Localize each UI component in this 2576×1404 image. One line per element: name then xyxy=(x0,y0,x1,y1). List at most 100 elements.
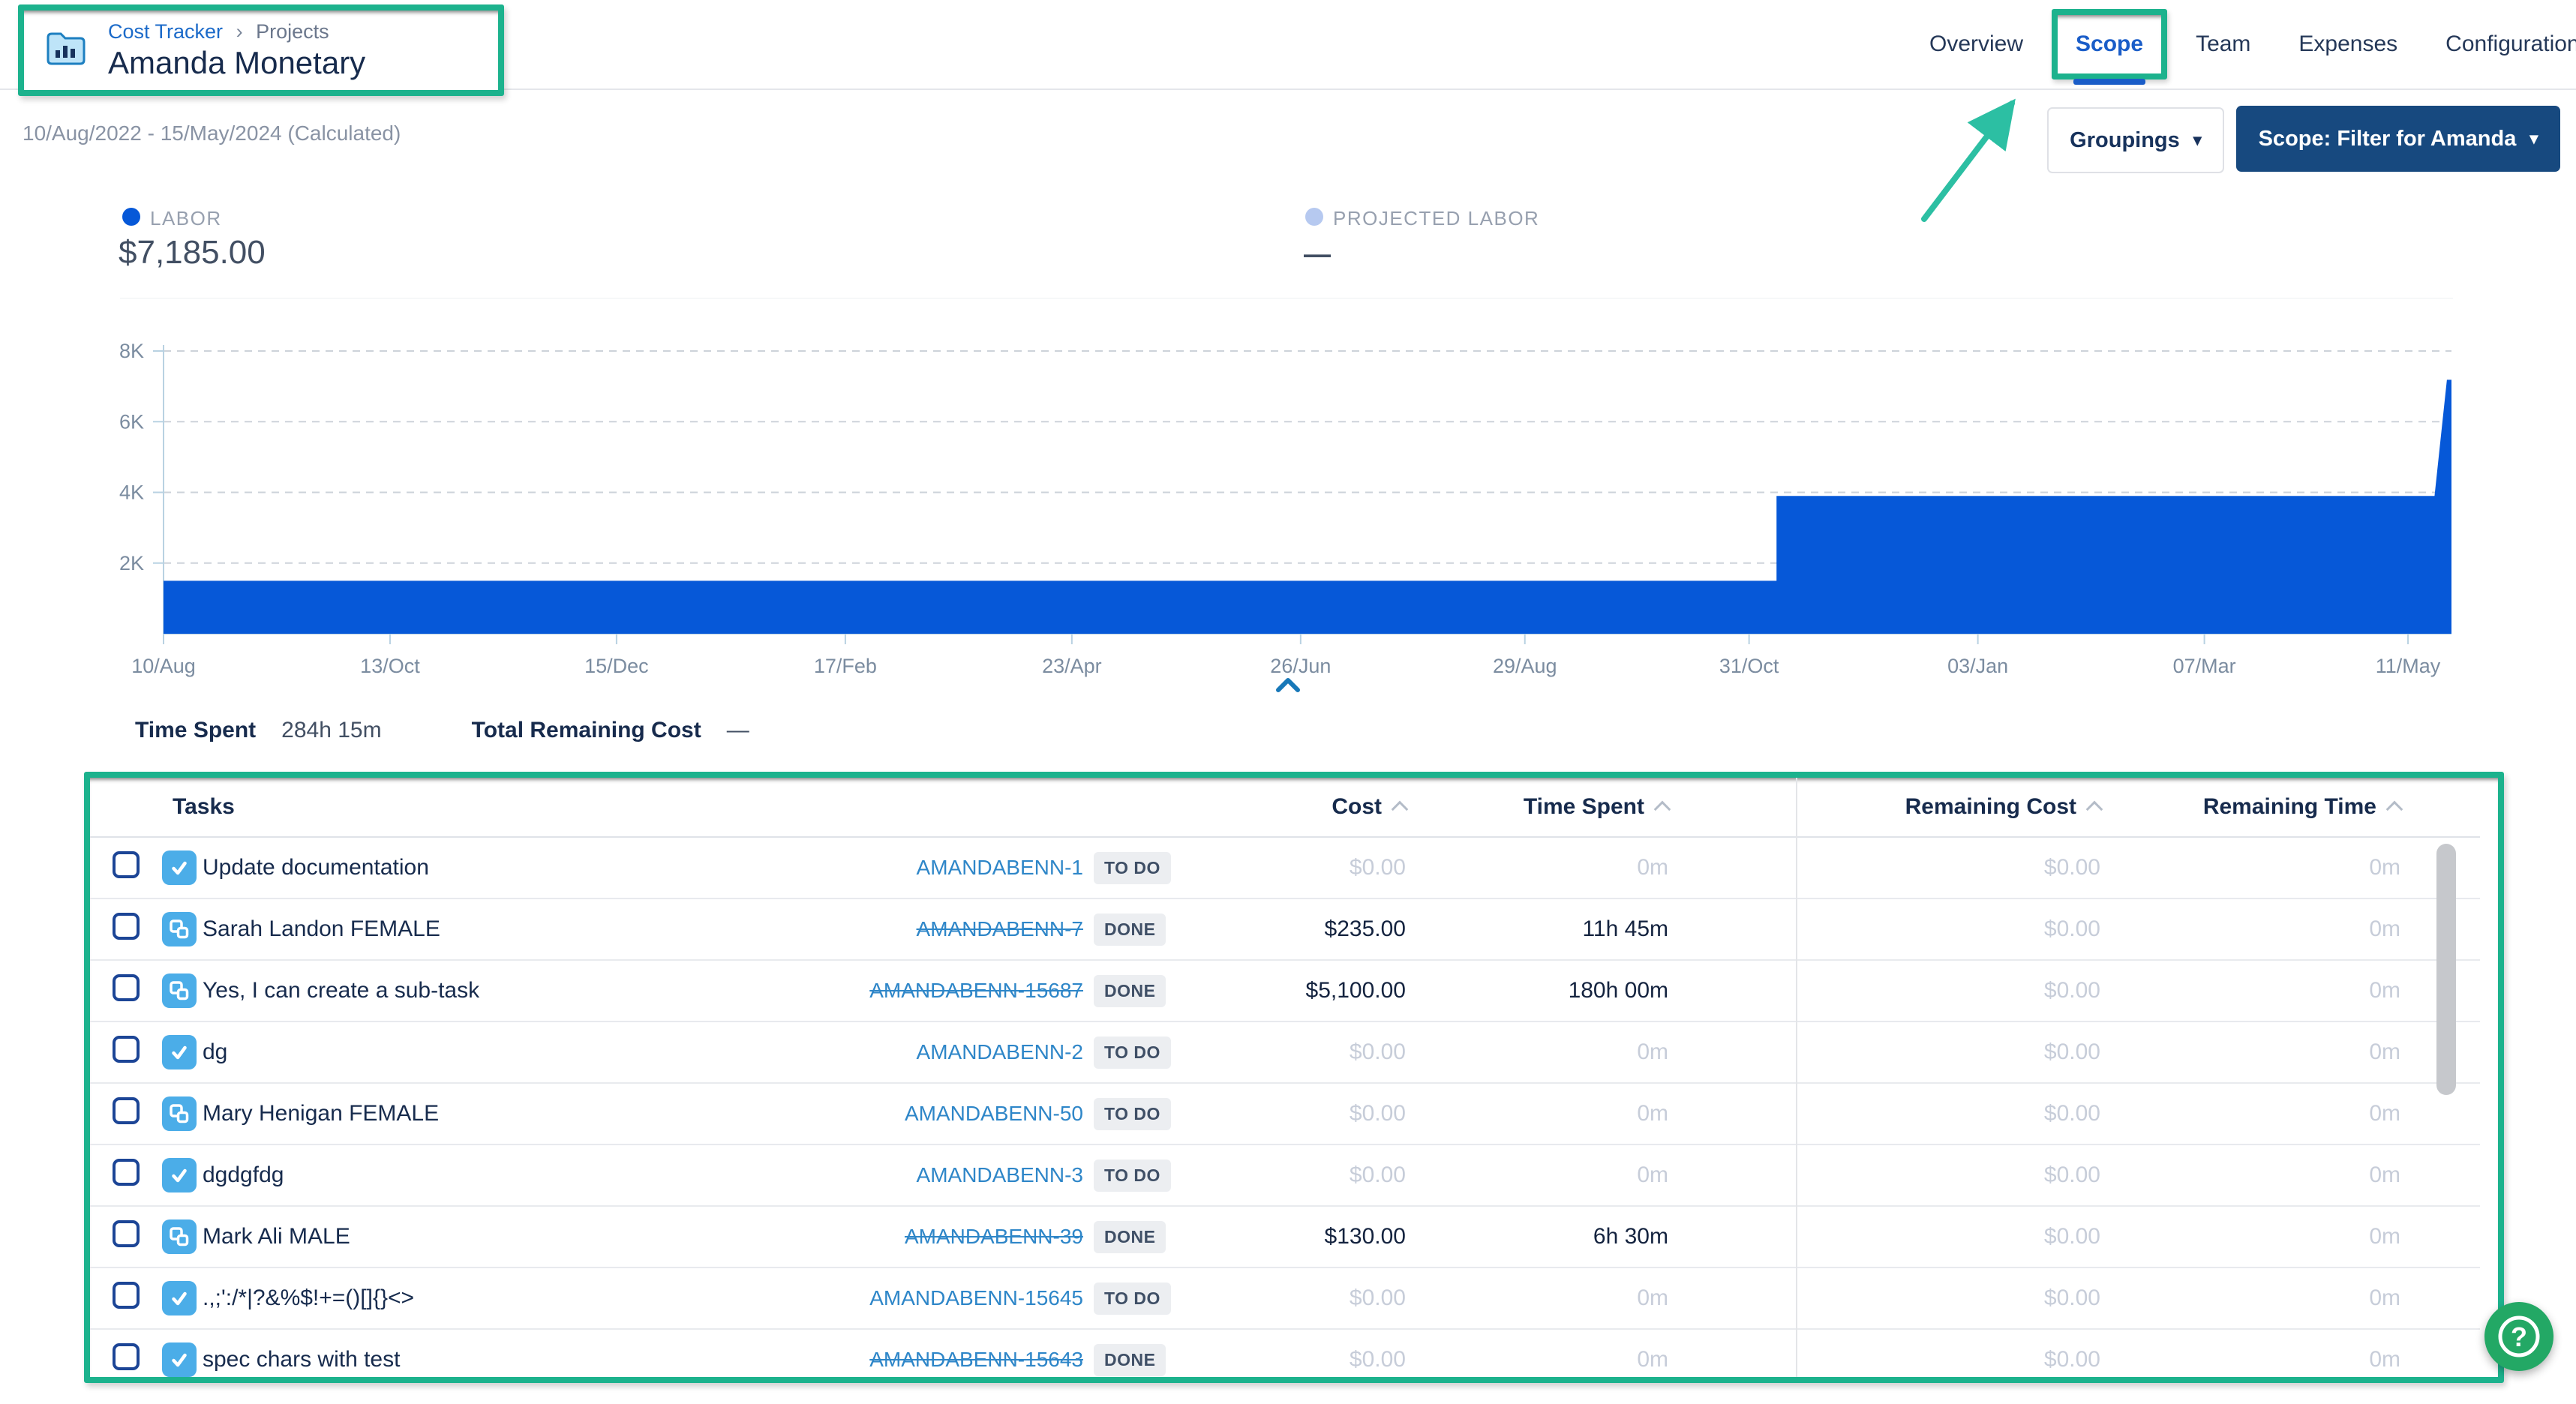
issue-type-cell xyxy=(156,1342,203,1377)
column-header-time-spent[interactable]: Time Spent xyxy=(1406,794,1668,820)
cost-value: $0.00 xyxy=(1259,1347,1406,1372)
issue-key-link[interactable]: AMANDABENN-50 xyxy=(905,1102,1083,1125)
status-badge: DONE xyxy=(1094,975,1166,1007)
time-spent-value: 0m xyxy=(1406,1347,1668,1372)
issue-type-cell xyxy=(156,912,203,946)
tasks-table-header: Tasks Cost Time Spent Remaining Cost Rem… xyxy=(90,778,2480,838)
tasks-table-annotation-box: Tasks Cost Time Spent Remaining Cost Rem… xyxy=(84,772,2504,1383)
remaining-time-value: 0m xyxy=(2100,1347,2400,1372)
row-checkbox[interactable] xyxy=(113,1343,140,1370)
issue-type-cell xyxy=(156,1035,203,1070)
cost-value: $0.00 xyxy=(1259,1162,1406,1188)
scope-filter-button[interactable]: Scope: Filter for Amanda ▾ xyxy=(2236,106,2560,172)
issue-key-link[interactable]: AMANDABENN-15643 xyxy=(869,1348,1083,1371)
status-cell: TO DO xyxy=(1094,1282,1259,1315)
issue-type-cell xyxy=(156,850,203,885)
task-name: Mark Ali MALE xyxy=(203,1224,806,1250)
issue-key-link[interactable]: AMANDABENN-15687 xyxy=(869,979,1083,1002)
issue-type-task-icon xyxy=(162,1158,197,1192)
svg-text:2K: 2K xyxy=(119,552,144,574)
row-checkbox-cell xyxy=(90,1097,156,1130)
svg-text:17/Feb: 17/Feb xyxy=(814,655,877,677)
breadcrumb-separator: › xyxy=(236,20,243,43)
table-row: .,;':/*|?&%$!+=()[]{}<> AMANDABENN-15645 T… xyxy=(90,1268,2480,1330)
labor-total-value: $7,185.00 xyxy=(119,234,266,272)
row-checkbox-cell xyxy=(90,1282,156,1315)
groupings-button-label: Groupings xyxy=(2070,128,2180,153)
issue-key-link[interactable]: AMANDABENN-7 xyxy=(917,917,1083,940)
column-header-cost[interactable]: Cost xyxy=(1259,794,1406,820)
remaining-time-value: 0m xyxy=(2100,1286,2400,1311)
column-header-remaining-time[interactable]: Remaining Time xyxy=(2100,794,2400,820)
row-checkbox[interactable] xyxy=(113,1159,140,1186)
row-checkbox[interactable] xyxy=(113,1220,140,1247)
issue-key-cell: AMANDABENN-39 xyxy=(806,1224,1083,1250)
folder-bar-chart-icon xyxy=(45,30,87,71)
cost-value: $0.00 xyxy=(1259,855,1406,880)
status-cell: DONE xyxy=(1094,1344,1259,1376)
scope-tab-annotation-box: Scope xyxy=(2052,9,2167,80)
issue-type-cell xyxy=(156,1158,203,1192)
task-name: Sarah Landon FEMALE xyxy=(203,916,806,942)
row-checkbox[interactable] xyxy=(113,851,140,878)
tab-overview[interactable]: Overview xyxy=(1929,32,2023,57)
table-scrollbar[interactable] xyxy=(2436,844,2456,1095)
issue-type-subtask-icon xyxy=(162,1220,197,1254)
project-header-text: Cost Tracker › Projects Amanda Monetary xyxy=(108,19,365,82)
groupings-button[interactable]: Groupings ▾ xyxy=(2047,107,2224,173)
remaining-time-value: 0m xyxy=(2100,1040,2400,1065)
status-cell: TO DO xyxy=(1094,1036,1259,1069)
tab-expenses[interactable]: Expenses xyxy=(2298,32,2397,57)
issue-type-cell xyxy=(156,1281,203,1316)
tab-configuration[interactable]: Configuration xyxy=(2445,32,2576,57)
issue-key-cell: AMANDABENN-3 xyxy=(806,1162,1083,1188)
status-cell: DONE xyxy=(1094,1221,1259,1253)
issue-key-cell: AMANDABENN-7 xyxy=(806,916,1083,942)
issue-key-link[interactable]: AMANDABENN-2 xyxy=(917,1040,1083,1064)
issue-key-link[interactable]: AMANDABENN-1 xyxy=(917,856,1083,879)
table-row: dgdgfdgAMANDABENN-3TO DO$0.000m$0.000m xyxy=(90,1145,2480,1207)
task-name: .,;':/*|?&%$!+=()[]{}<> xyxy=(203,1286,806,1311)
remaining-time-value: 0m xyxy=(2100,1162,2400,1188)
issue-type-task-icon xyxy=(162,1035,197,1070)
labor-legend-dot xyxy=(122,208,140,226)
row-checkbox[interactable] xyxy=(113,1097,140,1124)
cost-value: $5,100.00 xyxy=(1259,978,1406,1004)
tasks-table: Tasks Cost Time Spent Remaining Cost Rem… xyxy=(90,778,2480,1383)
remaining-cost-value: $0.00 xyxy=(1800,1347,2100,1372)
row-checkbox[interactable] xyxy=(113,1036,140,1063)
table-row: Update documentationAMANDABENN-1TO DO$0.… xyxy=(90,838,2480,899)
breadcrumb-cost-tracker-link[interactable]: Cost Tracker xyxy=(108,20,223,43)
issue-type-task-icon xyxy=(162,1342,197,1377)
row-checkbox[interactable] xyxy=(113,1282,140,1309)
issue-type-cell xyxy=(156,974,203,1008)
issue-key-link[interactable]: AMANDABENN-3 xyxy=(917,1163,1083,1186)
issue-key-link[interactable]: AMANDABENN-39 xyxy=(905,1225,1083,1248)
sort-caret-icon xyxy=(2386,801,2403,818)
totals-bar: Time Spent 284h 15m Total Remaining Cost… xyxy=(135,718,749,743)
row-checkbox[interactable] xyxy=(113,974,140,1001)
collapse-chart-chevron-icon[interactable] xyxy=(1275,677,1301,694)
column-header-remaining-cost[interactable]: Remaining Cost xyxy=(1800,794,2100,820)
tab-scope[interactable]: Scope xyxy=(2076,32,2143,56)
tab-team[interactable]: Team xyxy=(2196,32,2250,57)
row-checkbox-cell xyxy=(90,1036,156,1069)
status-badge: TO DO xyxy=(1094,1282,1171,1315)
task-name: Update documentation xyxy=(203,855,806,880)
status-badge: TO DO xyxy=(1094,1160,1171,1192)
svg-text:29/Aug: 29/Aug xyxy=(1493,655,1557,677)
table-row: dgAMANDABENN-2TO DO$0.000m$0.000m xyxy=(90,1022,2480,1084)
projected-labor-legend-dot xyxy=(1305,208,1323,226)
task-name: dg xyxy=(203,1040,806,1065)
help-button[interactable]: ? xyxy=(2484,1302,2553,1371)
issue-type-subtask-icon xyxy=(162,912,197,946)
issue-key-link[interactable]: AMANDABENN-15645 xyxy=(869,1286,1083,1310)
status-cell: TO DO xyxy=(1094,1160,1259,1192)
time-spent-value: 180h 00m xyxy=(1406,978,1668,1004)
row-checkbox[interactable] xyxy=(113,913,140,940)
remaining-cost-value: $0.00 xyxy=(1800,1224,2100,1250)
remaining-cost-value: $0.00 xyxy=(1800,978,2100,1004)
svg-text:10/Aug: 10/Aug xyxy=(131,655,196,677)
row-checkbox-cell xyxy=(90,974,156,1007)
remaining-time-value: 0m xyxy=(2100,855,2400,880)
